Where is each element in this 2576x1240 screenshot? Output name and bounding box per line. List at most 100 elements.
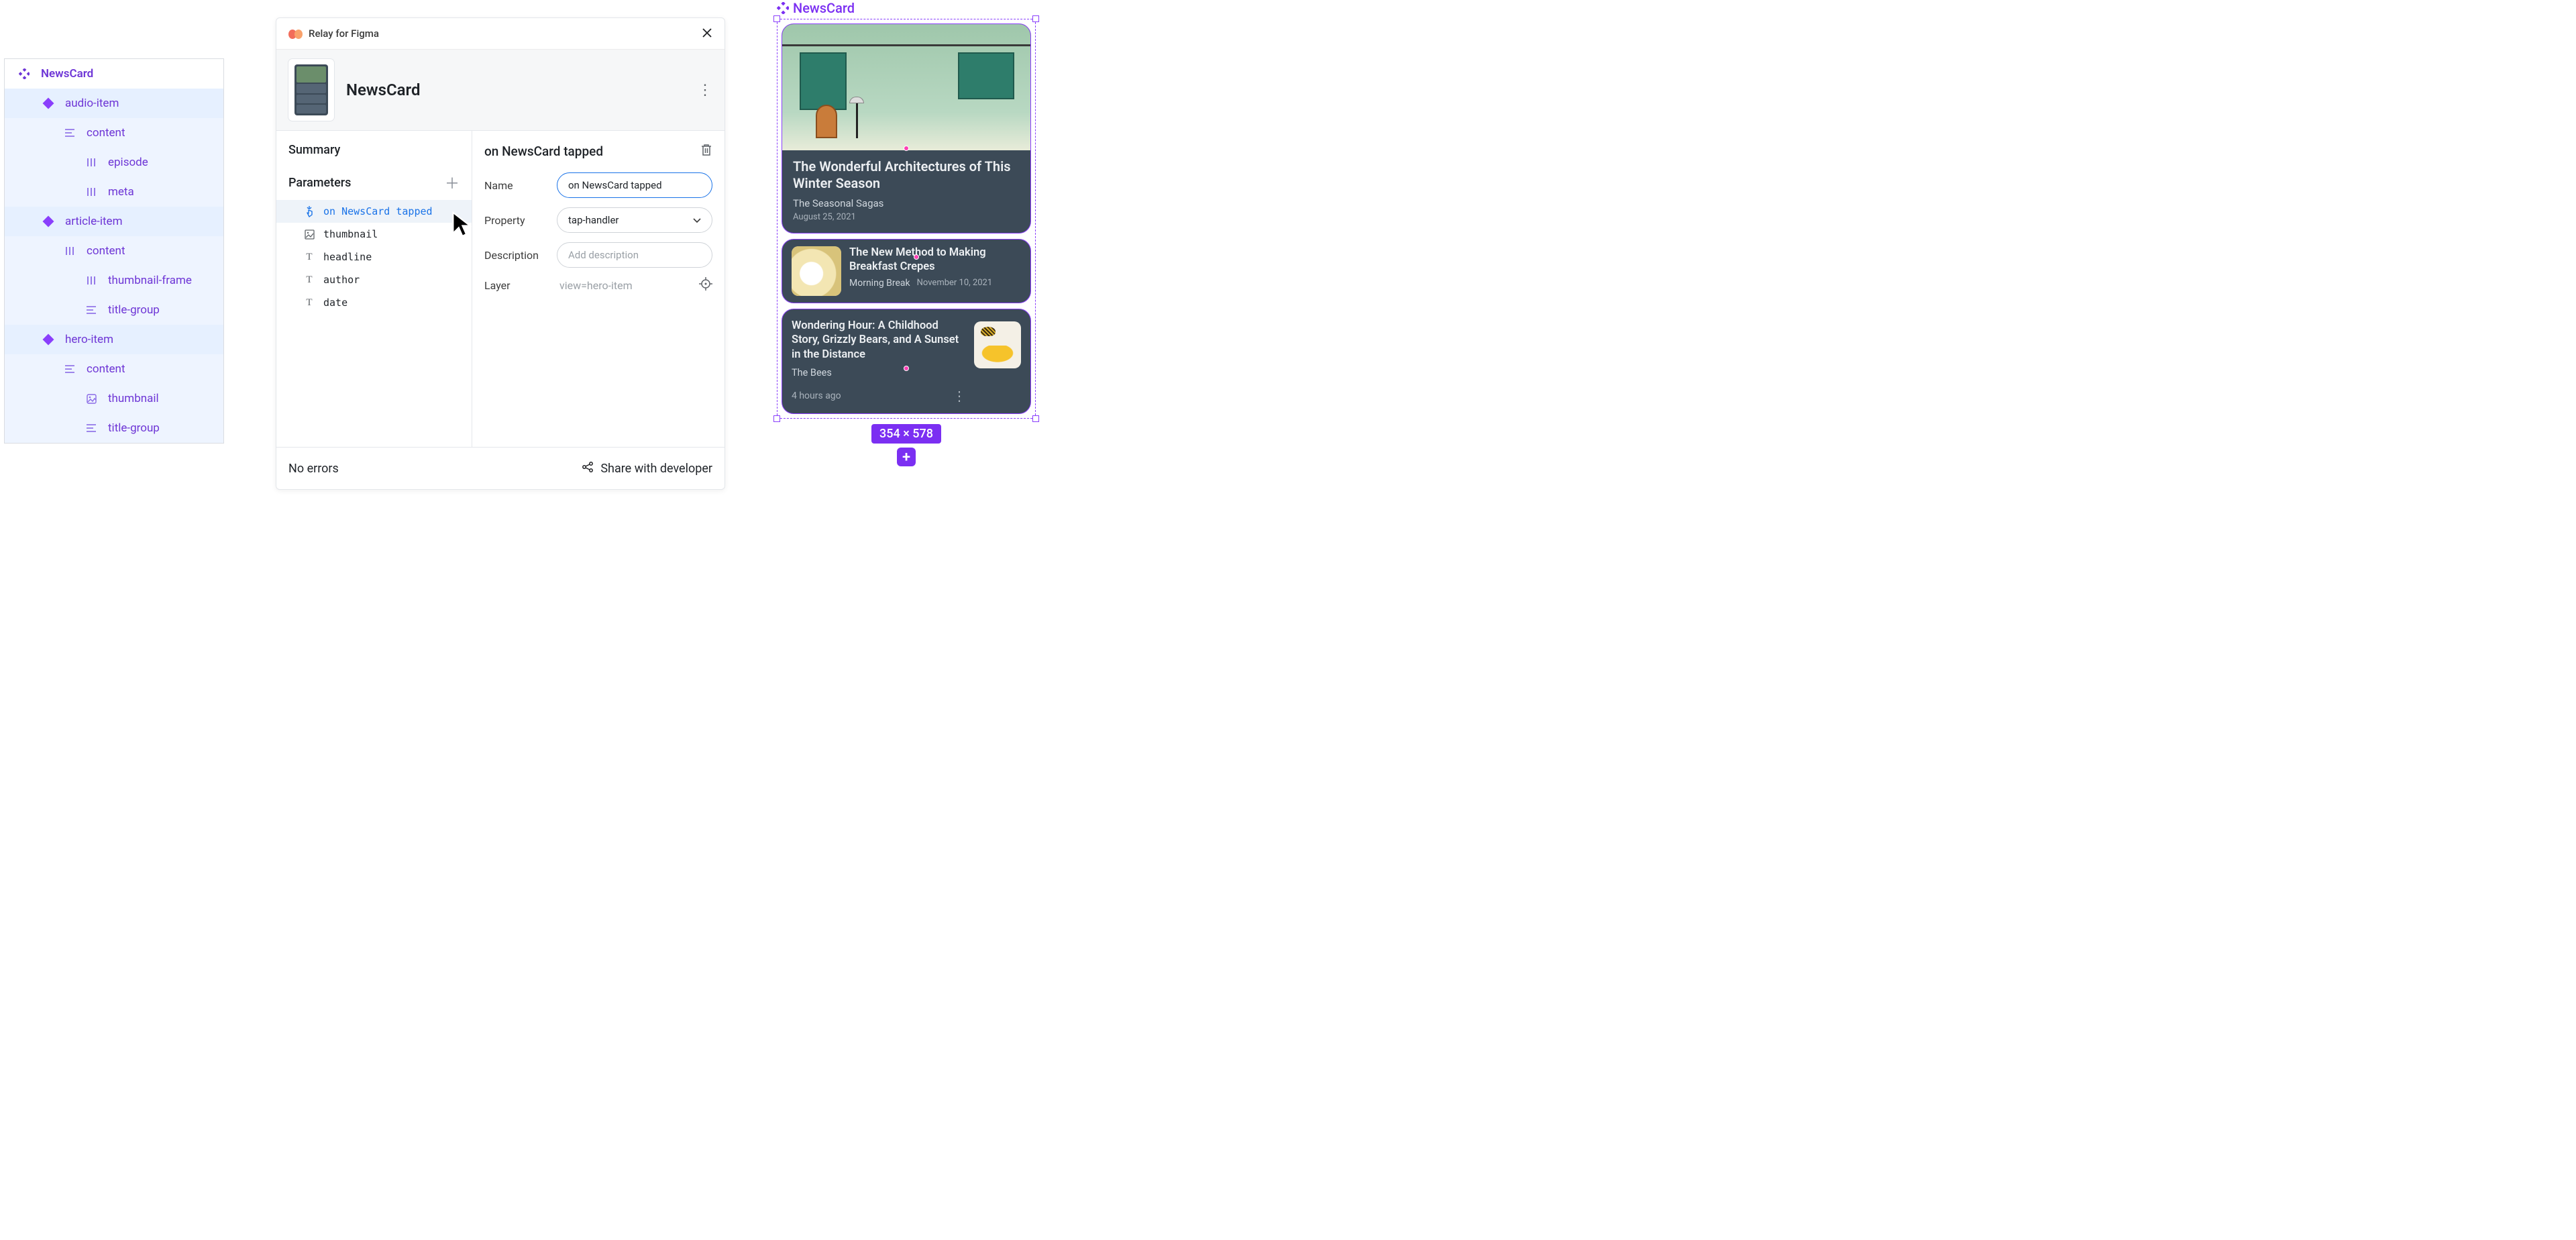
parameters-heading: Parameters (288, 176, 351, 190)
newscard-component: The Wonderful Architectures of This Wint… (782, 23, 1031, 414)
hero-image (782, 24, 1030, 150)
frame-icon (85, 306, 97, 314)
frame-icon (64, 365, 76, 373)
article-headline: The New Method to Making Breakfast Crepe… (849, 246, 1021, 274)
layer-label: content (87, 126, 125, 140)
name-input[interactable]: on NewsCard tapped (557, 172, 712, 198)
resize-handle[interactable] (1032, 15, 1039, 22)
canvas-preview: NewsCard The Wonderful Architectures of … (777, 0, 1036, 466)
param-label: author (323, 274, 360, 286)
description-input[interactable]: Add description (557, 242, 712, 268)
component-name: NewsCard (346, 81, 420, 99)
hero-date: August 25, 2021 (793, 212, 1020, 222)
plugin-footer: No errors Share with developer (276, 448, 724, 489)
audio-source: The Bees (792, 367, 966, 378)
component-set-icon (777, 2, 789, 14)
param-label: date (323, 297, 347, 309)
layer-label: title-group (108, 303, 160, 317)
description-label: Description (484, 249, 549, 262)
layer-label: thumbnail-frame (108, 274, 192, 287)
layer-label: Layer (484, 279, 549, 292)
plugin-title: Relay for Figma (309, 28, 379, 40)
hero-source: The Seasonal Sagas (793, 197, 1020, 209)
layer-label: episode (108, 156, 148, 169)
plugin-right-column: on NewsCard tapped Name on NewsCard tapp… (472, 131, 724, 447)
article-source: Morning Break (849, 278, 910, 289)
component-set-icon (18, 68, 30, 79)
component-icon (42, 217, 54, 225)
summary-heading[interactable]: Summary (276, 143, 472, 172)
layer-label: hero-item (65, 333, 113, 346)
layer-row-content[interactable]: content (5, 354, 223, 384)
close-button[interactable] (702, 27, 712, 40)
layer-row-content[interactable]: content (5, 118, 223, 148)
hero-headline: The Wonderful Architectures of This Wint… (793, 158, 1020, 192)
text-icon: T (303, 297, 315, 309)
layer-tree-panel: NewsCard audio-item content episode meta… (4, 58, 224, 444)
audio-more-button[interactable]: ⋮ (953, 388, 966, 404)
layer-row-meta[interactable]: meta (5, 177, 223, 207)
param-label: thumbnail (323, 228, 378, 240)
add-parameter-button[interactable]: ＋ (445, 172, 460, 193)
parameter-detail-heading: on NewsCard tapped (484, 144, 603, 159)
tap-handler-icon (303, 205, 315, 217)
plugin-header: Relay for Figma (276, 18, 724, 50)
layer-row-thumbnail[interactable]: thumbnail (5, 384, 223, 413)
share-with-developer-button[interactable]: Share with developer (582, 461, 712, 476)
layer-value: view=hero-item (557, 279, 691, 292)
layer-row-thumbnail-frame[interactable]: thumbnail-frame (5, 266, 223, 295)
layer-row-audio-item[interactable]: audio-item (5, 89, 223, 118)
more-menu-button[interactable]: ⋮ (698, 82, 712, 99)
status-text: No errors (288, 462, 339, 476)
article-item-variant[interactable]: The New Method to Making Breakfast Crepe… (782, 239, 1031, 303)
selection-bounds[interactable]: The Wonderful Architectures of This Wint… (777, 19, 1036, 419)
param-label: on NewsCard tapped (323, 205, 433, 217)
dimensions-badge: 354 × 578 (871, 424, 941, 444)
layer-label: thumbnail (108, 392, 159, 405)
target-layer-button[interactable] (699, 277, 712, 293)
resize-handle[interactable] (773, 415, 780, 422)
autolayout-icon (85, 276, 97, 285)
component-thumbnail (288, 59, 334, 121)
relay-plugin-panel: Relay for Figma NewsCard ⋮ Summary Param… (276, 17, 725, 490)
frame-icon (64, 129, 76, 137)
audio-item-variant[interactable]: Wondering Hour: A Childhood Story, Grizz… (782, 309, 1031, 414)
layer-label: title-group (108, 421, 160, 435)
layer-row-title-group[interactable]: title-group (5, 413, 223, 443)
layer-label: article-item (65, 215, 122, 228)
component-header-bar: NewsCard ⋮ (276, 50, 724, 131)
layer-label: NewsCard (41, 67, 93, 81)
audio-time: 4 hours ago (792, 391, 841, 401)
image-icon (303, 229, 315, 240)
resize-handle[interactable] (773, 15, 780, 22)
audio-thumbnail (974, 321, 1021, 368)
layer-row-episode[interactable]: episode (5, 148, 223, 177)
property-select[interactable]: tap-handler (557, 207, 712, 233)
autolayout-icon (85, 187, 97, 197)
layer-row-article-item[interactable]: article-item (5, 207, 223, 236)
relay-logo-icon (288, 29, 302, 38)
plugin-left-column: Summary Parameters ＋ on NewsCard tapped … (276, 131, 472, 447)
layer-row-hero-item[interactable]: hero-item (5, 325, 223, 354)
param-headline[interactable]: T headline (276, 246, 472, 268)
param-date[interactable]: T date (276, 291, 472, 314)
frame-icon (85, 424, 97, 432)
delete-parameter-button[interactable] (700, 143, 712, 159)
image-icon (85, 394, 97, 404)
layer-row-content[interactable]: content (5, 236, 223, 266)
property-label: Property (484, 214, 549, 227)
param-author[interactable]: T author (276, 268, 472, 291)
layer-row-root[interactable]: NewsCard (5, 59, 223, 89)
audio-headline: Wondering Hour: A Childhood Story, Grizz… (792, 319, 966, 362)
resize-handle[interactable] (1032, 415, 1039, 422)
chevron-down-icon (693, 214, 701, 226)
canvas-component-label[interactable]: NewsCard (777, 0, 1036, 16)
param-on-newscard-tapped[interactable]: on NewsCard tapped (276, 200, 472, 223)
layer-label: meta (108, 185, 134, 199)
autolayout-icon (85, 158, 97, 167)
add-variant-button[interactable]: + (897, 448, 916, 466)
share-icon (582, 461, 594, 476)
layer-row-title-group[interactable]: title-group (5, 295, 223, 325)
hero-item-variant[interactable]: The Wonderful Architectures of This Wint… (782, 23, 1031, 234)
param-thumbnail[interactable]: thumbnail (276, 223, 472, 246)
